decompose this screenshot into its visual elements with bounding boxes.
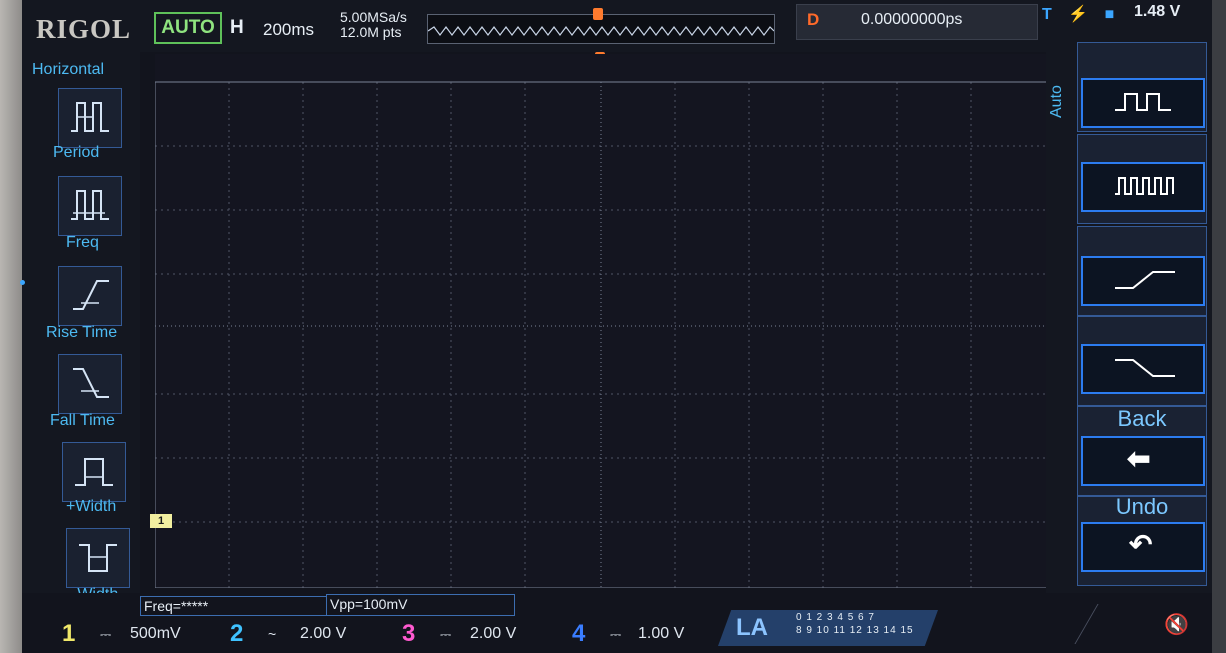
channel-4-status[interactable]: 4 ⎓ 1.00 V (566, 620, 716, 653)
measurement-vpp[interactable]: Vpp=100mV (326, 594, 515, 616)
channel-4-coupling-icon: ⎓ (610, 626, 622, 642)
undo-button[interactable]: ↶ (1081, 522, 1205, 572)
period-button[interactable] (58, 88, 122, 148)
positive-width-icon (75, 458, 113, 486)
freq-button[interactable] (58, 176, 122, 236)
sample-rate: 5.00MSa/s (340, 9, 407, 25)
channel-3-coupling-icon: ⎓ (440, 626, 452, 642)
logic-analyzer-channels: 0 1 2 3 4 5 6 7 8 9 10 11 12 13 14 15 (796, 611, 918, 637)
channel-4-scale: 1.00 V (638, 625, 685, 642)
positive-width-button[interactable] (62, 442, 126, 502)
rising-edge-button[interactable] (1081, 256, 1205, 306)
trigger-level: 1.48 V (1134, 3, 1181, 20)
left-menu-label-freq: Freq (66, 234, 99, 251)
acquisition-info: 5.00MSa/s 12.0M pts (340, 10, 407, 40)
channel-2-status[interactable]: 2 ~ 2.00 V (224, 620, 384, 653)
selection-indicator (20, 280, 25, 285)
back-button[interactable]: ⬅ (1081, 436, 1205, 486)
single-pulse-button[interactable] (1081, 78, 1205, 128)
auto-vertical-label: Auto (1048, 85, 1065, 118)
period-icon (71, 102, 109, 132)
channel-4-number: 4 (572, 620, 586, 647)
run-mode-badge[interactable]: AUTO (154, 12, 222, 44)
left-menu-label-positive-width: +Width (66, 498, 117, 515)
pulse-train-icon (1115, 177, 1174, 195)
measurement-freq-text: Freq=***** (144, 598, 209, 614)
back-label: Back (1117, 406, 1167, 431)
timebase-value[interactable]: 200ms (263, 20, 314, 40)
trigger-status-icons[interactable]: T ⚡ ■ (1042, 4, 1120, 24)
freq-icon (71, 190, 109, 220)
falling-edge-icon (1115, 359, 1175, 377)
left-menu-label-period: Period (53, 144, 100, 161)
la-channels-row-2: 8 9 10 11 12 13 14 15 (796, 625, 914, 636)
channel-1-coupling-icon: ⎓ (100, 626, 112, 642)
delay-value: 0.00000000ps (861, 11, 963, 28)
channel-1-number: 1 (62, 620, 76, 647)
left-menu-label-fall-time: Fall Time (50, 412, 115, 429)
fall-time-button[interactable] (58, 354, 122, 414)
negative-width-button[interactable] (66, 528, 130, 588)
bezel-left (0, 0, 22, 653)
timebase-label: H (230, 17, 244, 38)
channel-2-number: 2 (230, 620, 244, 647)
rise-time-button[interactable] (58, 266, 122, 326)
measurement-freq[interactable]: Freq=***** (140, 596, 327, 616)
la-channels-row-1: 0 1 2 3 4 5 6 7 (796, 612, 875, 623)
delay-box[interactable]: D 0.00000000ps (796, 4, 1038, 40)
logic-analyzer-label: LA (736, 614, 768, 641)
falling-edge-button[interactable] (1081, 344, 1205, 394)
rising-edge-icon (1115, 271, 1175, 289)
undo-arrow-icon: ↶ (1129, 529, 1153, 560)
speaker-area (1074, 604, 1219, 644)
status-bar: RIGOL AUTO H 200ms 5.00MSa/s 12.0M pts D… (22, 0, 1212, 52)
channel-1-marker[interactable]: 1 (150, 514, 172, 528)
waveform-grid[interactable] (155, 54, 1047, 588)
delay-label: D (807, 10, 820, 29)
overview-trigger-marker (593, 8, 603, 20)
channel-3-number: 3 (402, 620, 416, 647)
fall-time-icon (73, 368, 109, 398)
speaker-mute-icon[interactable]: 🔇 (1164, 612, 1189, 637)
bezel-right (1212, 0, 1226, 653)
channel-2-scale: 2.00 V (300, 625, 347, 642)
channel-3-scale: 2.00 V (470, 625, 517, 642)
channel-3-status[interactable]: 3 ⎓ 2.00 V (396, 620, 556, 653)
channel-2-coupling-icon: ~ (268, 626, 277, 642)
memory-depth: 12.0M pts (340, 24, 402, 40)
single-pulse-icon (1115, 93, 1171, 111)
channel-1-status[interactable]: 1 ⎓ 500mV (56, 620, 216, 653)
rise-time-icon (73, 280, 109, 310)
menu-title: Horizontal (32, 61, 105, 78)
left-menu-label-rise-time: Rise Time (46, 324, 118, 341)
measurement-vpp-text: Vpp=100mV (330, 596, 408, 612)
brand-logo: RIGOL (36, 14, 132, 44)
pulse-train-button[interactable] (1081, 162, 1205, 212)
back-arrow-icon: ⬅ (1127, 443, 1151, 474)
undo-label: Undo (1115, 494, 1169, 519)
channel-1-scale: 500mV (130, 625, 181, 642)
negative-width-icon (79, 544, 117, 572)
